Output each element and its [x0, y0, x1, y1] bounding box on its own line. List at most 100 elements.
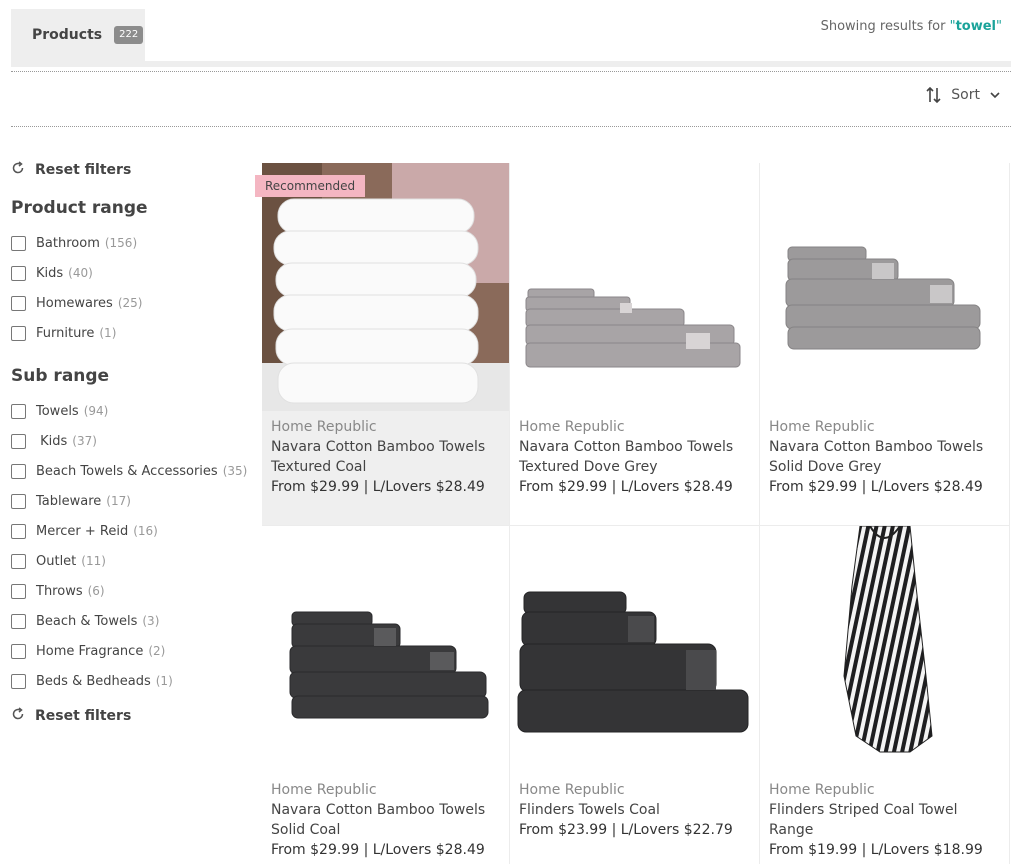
- filter-checkbox[interactable]: [11, 553, 26, 569]
- product-brand: Home Republic: [769, 782, 875, 798]
- tab-products-count-badge: 222: [114, 26, 144, 44]
- filter-option-sub-range[interactable]: Mercer + Reid (16): [11, 516, 256, 546]
- filter-label: Beach & Towels: [36, 613, 138, 629]
- product-price: From $29.99 | L/Lovers $28.49: [519, 479, 733, 495]
- filter-option-sub-range[interactable]: Tableware (17): [11, 486, 256, 516]
- sort-icon: [925, 86, 943, 104]
- reset-icon: [11, 707, 25, 725]
- filter-count: (1): [99, 326, 117, 340]
- filter-checkbox[interactable]: [11, 673, 26, 689]
- sub-range-title: Sub range: [11, 366, 110, 386]
- filter-label: Towels: [36, 403, 79, 419]
- filter-label: Throws: [36, 583, 83, 599]
- product-card[interactable]: Recommended Home Republic Navara Cotton: [255, 163, 510, 526]
- filter-checkbox[interactable]: [11, 265, 26, 281]
- filter-option-sub-range[interactable]: Home Fragrance (2): [11, 636, 256, 666]
- filter-option-sub-range[interactable]: Beach & Towels (3): [11, 606, 256, 636]
- filter-checkbox[interactable]: [11, 493, 26, 509]
- filter-option-sub-range[interactable]: Beach Towels & Accessories (35): [11, 456, 256, 486]
- product-card[interactable]: Home Republic Navara Cotton Bamboo Towel…: [262, 526, 510, 864]
- filter-count: (2): [148, 644, 166, 658]
- reset-filters-label: Reset filters: [35, 708, 132, 724]
- reset-filters-button[interactable]: Reset filters: [11, 704, 256, 728]
- filter-label: Outlet: [36, 553, 77, 569]
- product-image[interactable]: [262, 526, 509, 774]
- filter-count: (40): [68, 266, 93, 280]
- product-name[interactable]: Navara Cotton Bamboo Towels Textured Coa…: [271, 437, 501, 477]
- product-range-title: Product range: [11, 198, 148, 218]
- product-card[interactable]: Home Republic Flinders Towels Coal From …: [510, 526, 760, 864]
- filter-checkbox[interactable]: [11, 325, 26, 341]
- reset-filters-button[interactable]: Reset filters: [11, 158, 256, 182]
- filter-label: Bathroom: [36, 235, 100, 251]
- product-brand: Home Republic: [519, 419, 625, 435]
- filter-option-sub-range[interactable]: Beds & Bedheads (1): [11, 666, 256, 696]
- filter-option-product-range[interactable]: Bathroom (156): [11, 228, 256, 258]
- product-name[interactable]: Navara Cotton Bamboo Towels Solid Dove G…: [769, 437, 1001, 477]
- product-brand: Home Republic: [271, 419, 377, 435]
- product-brand: Home Republic: [769, 419, 875, 435]
- filter-label: Mercer + Reid: [36, 523, 129, 539]
- product-image[interactable]: [510, 163, 759, 411]
- filter-count: (17): [106, 494, 131, 508]
- product-card[interactable]: Home Republic Navara Cotton Bamboo Towel…: [760, 163, 1010, 526]
- filter-label: Beds & Bedheads: [36, 673, 151, 689]
- product-name[interactable]: Flinders Towels Coal: [519, 800, 751, 820]
- filter-label: Home Fragrance: [36, 643, 144, 659]
- filter-count: (35): [222, 464, 248, 478]
- results-query: towel: [955, 19, 997, 34]
- filter-option-product-range[interactable]: Homewares (25): [11, 288, 256, 318]
- filter-option-sub-range[interactable]: Towels (94): [11, 396, 256, 426]
- product-price: From $23.99 | L/Lovers $22.79: [519, 822, 733, 838]
- filter-count: (6): [87, 584, 105, 598]
- filter-option-product-range[interactable]: Furniture (1): [11, 318, 256, 348]
- filter-label: Homewares: [36, 295, 113, 311]
- filter-option-sub-range[interactable]: Throws (6): [11, 576, 256, 606]
- product-card[interactable]: Home Republic Flinders Striped Coal Towe…: [760, 526, 1010, 864]
- filter-label: Kids: [36, 265, 64, 281]
- product-price: From $29.99 | L/Lovers $28.49: [271, 479, 485, 495]
- product-image[interactable]: [262, 163, 509, 411]
- divider: [11, 126, 1011, 127]
- reset-icon: [11, 161, 25, 179]
- product-price: From $29.99 | L/Lovers $28.49: [271, 842, 485, 858]
- filter-option-product-range[interactable]: Kids (40): [11, 258, 256, 288]
- product-range-list: Bathroom (156) Kids (40) Homewares (25) Furnit…: [11, 228, 256, 348]
- filter-checkbox[interactable]: [11, 403, 26, 419]
- recommended-badge: Recommended: [255, 175, 366, 197]
- chevron-down-icon: [988, 88, 1002, 102]
- divider: [11, 71, 1011, 72]
- filter-count: (16): [133, 524, 158, 538]
- filter-checkbox[interactable]: [11, 613, 26, 629]
- tab-products[interactable]: Products 222: [11, 9, 145, 61]
- filter-count: (25): [117, 296, 143, 310]
- product-brand: Home Republic: [271, 782, 377, 798]
- filter-checkbox[interactable]: [11, 433, 26, 449]
- filter-checkbox[interactable]: [11, 235, 26, 251]
- product-card[interactable]: Home Republic Navara Cotton Bamboo Towel…: [510, 163, 760, 526]
- sort-dropdown[interactable]: Sort: [925, 86, 1002, 104]
- tab-underline: [11, 61, 1011, 67]
- product-brand: Home Republic: [519, 782, 625, 798]
- filter-checkbox[interactable]: [11, 523, 26, 539]
- filter-label: Kids: [36, 433, 68, 449]
- tab-products-label: Products: [32, 27, 103, 43]
- filter-count: (3): [142, 614, 160, 628]
- product-image[interactable]: [510, 526, 759, 774]
- product-name[interactable]: Navara Cotton Bamboo Towels Solid Coal: [271, 800, 501, 840]
- filter-option-sub-range[interactable]: Kids (37): [11, 426, 256, 456]
- product-image[interactable]: [760, 526, 1009, 774]
- filter-checkbox[interactable]: [11, 463, 26, 479]
- product-image[interactable]: [760, 163, 1009, 411]
- product-name[interactable]: Navara Cotton Bamboo Towels Textured Dov…: [519, 437, 751, 477]
- filter-checkbox[interactable]: [11, 295, 26, 311]
- filter-checkbox[interactable]: [11, 583, 26, 599]
- filter-count: (94): [83, 404, 109, 418]
- filter-label: Furniture: [36, 325, 95, 341]
- filter-count: (11): [81, 554, 106, 568]
- product-name[interactable]: Flinders Striped Coal Towel Range: [769, 800, 1001, 840]
- filter-label: Beach Towels & Accessories: [36, 463, 218, 479]
- filter-checkbox[interactable]: [11, 643, 26, 659]
- sub-range-list: Towels (94) Kids (37) Beach Towels & Access…: [11, 396, 256, 696]
- filter-option-sub-range[interactable]: Outlet (11): [11, 546, 256, 576]
